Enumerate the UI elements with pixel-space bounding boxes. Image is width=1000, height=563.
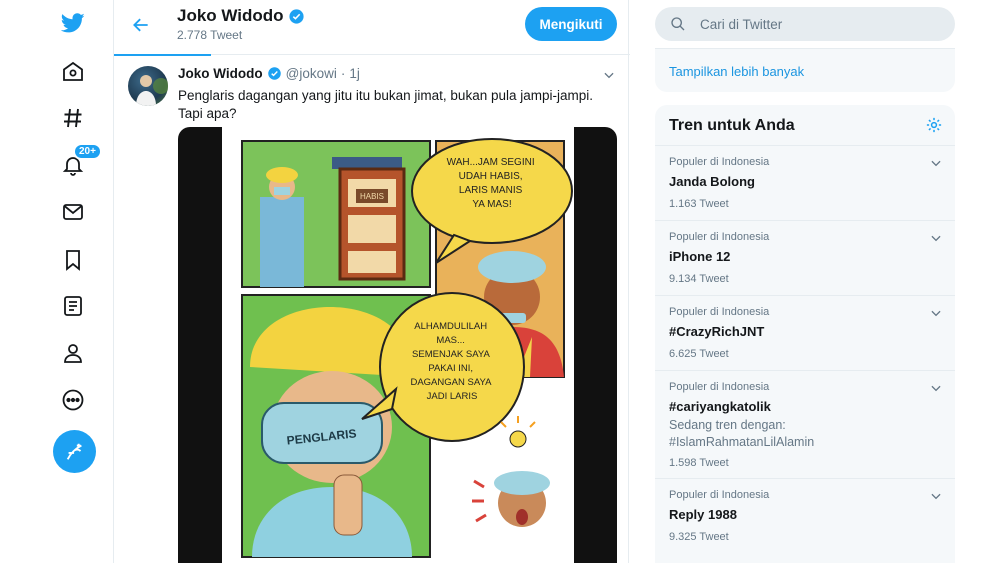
bubble1-line-3: LARIS MANIS [459,185,523,196]
trend-item[interactable]: Populer di Indonesia #cariyangkatolik Se… [655,370,955,478]
messages-envelope-icon[interactable] [58,197,88,227]
chevron-down-icon[interactable] [929,381,943,395]
trend-count: 9.134 Tweet [669,273,729,285]
trend-count: 9.325 Tweet [669,531,729,543]
bubble2-line-4: PAKAI INI, [428,363,473,374]
main-column: Joko Widodo 2.778 Tweet Mengikuti Joko W… [113,0,630,563]
twitter-profile-page: 20+ Joko Widodo 2.778 Tweet Mengikuti Jo… [0,0,1000,563]
chevron-down-icon[interactable] [602,68,616,82]
profile-name-text: Joko Widodo [177,6,284,25]
tweet-timestamp[interactable]: 1j [349,66,360,81]
trends-panel: Tren untuk Anda Populer di Indonesia Jan… [655,105,955,563]
trend-item[interactable]: Populer di Indonesia Reply 1988 9.325 Tw… [655,478,955,553]
lists-icon[interactable] [58,291,88,321]
chevron-down-icon[interactable] [929,156,943,170]
search-input[interactable]: Cari di Twitter [700,17,782,32]
notification-badge: 20+ [73,143,102,160]
more-dots-icon[interactable] [58,385,88,415]
tweet[interactable]: Joko Widodo @jokowi · 1j Penglaris dagan… [114,56,630,563]
tweet-author-name[interactable]: Joko Widodo [178,66,263,81]
chevron-down-icon[interactable] [929,489,943,503]
explore-hashtag-icon[interactable] [58,103,88,133]
tweet-author-handle[interactable]: @jokowi [286,66,337,81]
profile-header: Joko Widodo 2.778 Tweet Mengikuti [114,0,630,56]
compose-tweet-icon [66,443,82,460]
tweet-header: Joko Widodo @jokowi · 1j [178,66,360,81]
trend-context: #IslamRahmatanLilAlamin [669,435,815,449]
trend-category: Populer di Indonesia [669,231,770,243]
trend-category: Populer di Indonesia [669,306,770,318]
profile-name: Joko Widodo [177,6,305,26]
search-icon [671,17,685,31]
tweet-image[interactable]: HABIS WAH...JAM SEGINI UDAH HABIS, LARIS… [178,127,617,563]
chevron-down-icon[interactable] [929,306,943,320]
trend-context-label: Sedang tren dengan: [669,418,786,432]
trend-item[interactable]: Populer di Indonesia #CrazyRichJNT 6.625… [655,295,955,370]
home-icon[interactable] [58,56,88,86]
notifications-bell-icon[interactable]: 20+ [58,143,102,180]
show-more-link[interactable]: Tampilkan lebih banyak [669,64,804,79]
bubble2-line-5: DAGANGAN SAYA [410,377,492,388]
trend-count: 1.598 Tweet [669,457,729,469]
trends-title: Tren untuk Anda [669,117,795,134]
trend-name: iPhone 12 [669,249,731,264]
verified-badge-icon [267,67,281,80]
trend-name: Reply 1988 [669,507,737,522]
bubble1-line-1: WAH...JAM SEGINI [447,157,535,168]
sidebar-nav: 20+ [48,0,102,563]
trend-count: 6.625 Tweet [669,348,729,360]
trend-item[interactable]: Populer di Indonesia iPhone 12 9.134 Twe… [655,220,955,295]
bubble1-line-2: UDAH HABIS, [459,171,523,182]
trend-category: Populer di Indonesia [669,381,770,393]
profile-person-icon[interactable] [58,338,88,368]
twitter-logo-icon[interactable] [58,8,88,38]
search-box[interactable]: Cari di Twitter [655,7,955,41]
compose-tweet-button[interactable] [53,430,96,473]
following-button[interactable]: Mengikuti [525,7,617,41]
bubble2-line-2: MAS... [436,335,465,346]
trend-category: Populer di Indonesia [669,489,770,501]
back-arrow-icon[interactable] [128,12,154,38]
bubble2-line-6: JADI LARIS [427,391,478,402]
tweet-count: 2.778 Tweet [177,28,243,42]
trend-count: 1.163 Tweet [669,198,729,210]
tweet-separator: · [340,66,346,81]
bubble2-line-3: SEMENJAK SAYA [412,349,490,360]
show-more-panel: Tampilkan lebih banyak [655,48,955,92]
tweet-text: Penglaris dagangan yang jitu itu bukan j… [178,88,593,121]
trend-name: #CrazyRichJNT [669,324,765,339]
verified-badge-icon [288,8,304,24]
trend-name: Janda Bolong [669,174,755,189]
trend-category: Populer di Indonesia [669,156,770,168]
comic-illustration: HABIS WAH...JAM SEGINI UDAH HABIS, LARIS… [222,127,574,563]
trend-name: #cariyangkatolik [669,399,771,414]
bookmark-icon[interactable] [58,245,88,275]
right-sidebar: Cari di Twitter Tampilkan lebih banyak T… [655,0,955,563]
trend-item[interactable]: Populer di Indonesia Janda Bolong 1.163 … [655,145,955,220]
bubble1-line-4: YA MAS! [472,199,511,210]
chevron-down-icon[interactable] [929,231,943,245]
settings-gear-icon[interactable] [925,116,943,134]
bubble2-line-1: ALHAMDULILAH [414,321,487,332]
avatar[interactable] [128,66,168,106]
cart-sign-text: HABIS [360,192,384,201]
